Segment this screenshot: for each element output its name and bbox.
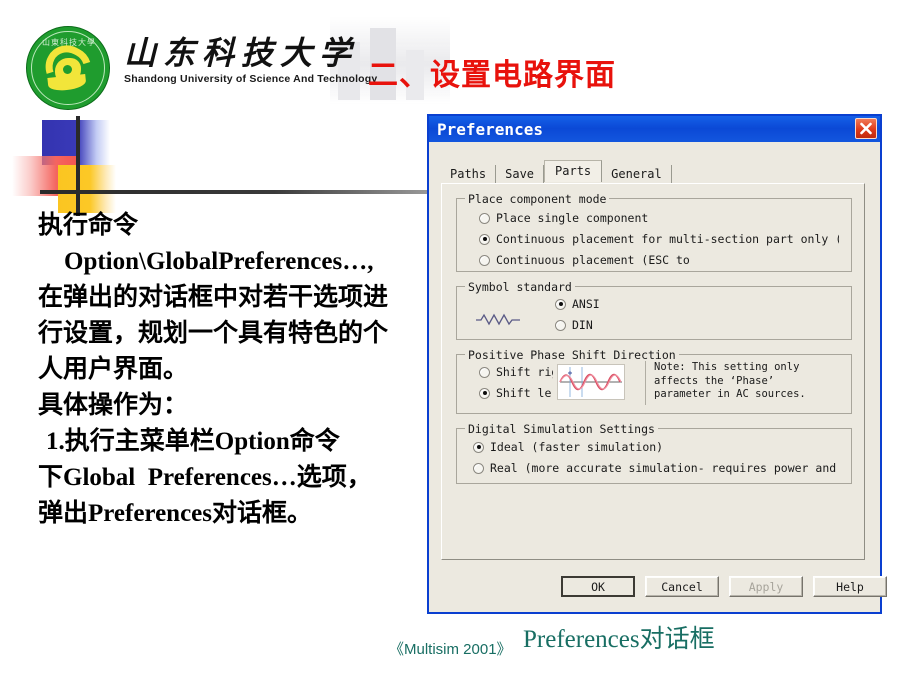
- body-line-1: 执行命令: [38, 212, 139, 239]
- university-name-english: Shandong University of Science And Techn…: [124, 73, 378, 85]
- tab-general[interactable]: General: [602, 165, 672, 184]
- body-line-3: 在弹出的对话框中对若干选项进: [38, 284, 389, 311]
- radio-indicator: [555, 319, 566, 331]
- radio-continuous-placement-multi-section[interactable]: Continuous placement for multi-section p…: [479, 232, 839, 246]
- radio-shift-left[interactable]: Shift le: [479, 386, 553, 400]
- radio-indicator: [479, 254, 490, 266]
- slide-body-text: 执行命令 Option\GlobalPreferences…, 在弹出的对话框中…: [38, 208, 428, 532]
- radio-label: Place single component: [496, 211, 649, 225]
- deco-yellow-square: [58, 165, 116, 213]
- radio-label: Real (more accurate simulation- requires…: [490, 461, 839, 475]
- group-legend-digital-simulation-settings: Digital Simulation Settings: [465, 422, 658, 436]
- radio-label: Continuous placement for multi-section p…: [496, 232, 839, 246]
- logo-dot-shape: [63, 65, 72, 74]
- apply-button: Apply: [729, 576, 803, 597]
- radio-symbol-din[interactable]: DIN: [555, 318, 593, 332]
- radio-indicator: [479, 366, 490, 378]
- radio-label: ANSI: [572, 297, 600, 311]
- radio-label: Ideal (faster simulation): [490, 440, 664, 454]
- dialog-body: Paths Save Parts General Place component…: [429, 142, 887, 612]
- radio-indicator: [479, 387, 490, 399]
- university-name-chinese: 山东科技大学: [124, 35, 359, 71]
- deco-horizontal-rule: [40, 190, 430, 194]
- radio-indicator: [473, 441, 484, 453]
- body-line-4: 行设置，规划一个具有特色的个: [38, 320, 389, 347]
- group-digital-simulation-settings: Digital Simulation Settings Ideal (faste…: [456, 422, 852, 484]
- ok-button-label: OK: [591, 579, 605, 594]
- group-symbol-standard: Symbol standard ANSI DIN: [456, 280, 852, 340]
- ok-button[interactable]: OK: [561, 576, 635, 597]
- radio-label: Shift le: [496, 386, 552, 400]
- body-line-8: 下Global Preferences…选项，: [38, 464, 372, 491]
- radio-symbol-ansi[interactable]: ANSI: [555, 297, 600, 311]
- radio-indicator: [479, 212, 490, 224]
- shandong-university-emblem-logo: 山東科技大學: [26, 26, 110, 110]
- group-legend-place-component-mode: Place component mode: [465, 192, 610, 206]
- deco-vertical-rule: [76, 116, 80, 216]
- dialog-title-bar[interactable]: Preferences: [429, 116, 880, 142]
- help-button-label: Help: [836, 579, 864, 594]
- body-line-5: 人用户界面。: [38, 356, 189, 383]
- logo-emblem-mark: [37, 37, 99, 99]
- radio-indicator: [473, 462, 484, 474]
- cancel-button[interactable]: Cancel: [645, 576, 719, 597]
- body-line-7: 1.执行主菜单栏Option命令: [46, 428, 340, 455]
- body-line-6: 具体操作为：: [38, 392, 189, 419]
- group-legend-positive-phase-shift-direction: Positive Phase Shift Direction: [465, 348, 679, 362]
- close-icon[interactable]: [855, 118, 877, 139]
- radio-place-single-component[interactable]: Place single component: [479, 211, 839, 225]
- radio-indicator: [555, 298, 566, 310]
- radio-label: Shift rig: [496, 365, 553, 379]
- radio-label: Continuous placement (ESC to: [496, 253, 690, 267]
- tab-paths[interactable]: Paths: [441, 165, 497, 184]
- university-wordmark: 山东科技大学 Shandong University of Science An…: [124, 34, 378, 96]
- logo-tail-shape: [47, 74, 87, 92]
- tab-panel-parts: Place component mode Place single compon…: [441, 183, 865, 560]
- dialog-button-row: OK Cancel Apply Help: [429, 576, 887, 598]
- group-legend-symbol-standard: Symbol standard: [465, 280, 575, 294]
- radio-continuous-placement[interactable]: Continuous placement (ESC to: [479, 253, 839, 267]
- dialog-tab-strip: Paths Save Parts General: [441, 160, 672, 184]
- help-button[interactable]: Help: [813, 576, 887, 597]
- phase-note-text: Note: This setting only affects the ‘Pha…: [645, 361, 847, 405]
- body-line-9: 弹出Preferences对话框。: [38, 500, 312, 527]
- cancel-button-label: Cancel: [661, 579, 703, 594]
- radio-digital-ideal[interactable]: Ideal (faster simulation): [473, 440, 839, 454]
- resistor-symbol-icon: [475, 311, 521, 326]
- page-title: 二、设置电路界面: [368, 59, 616, 92]
- radio-indicator: [479, 233, 490, 245]
- dialog-title: Preferences: [437, 119, 543, 139]
- radio-shift-right[interactable]: Shift rig: [479, 365, 553, 379]
- radio-label: DIN: [572, 318, 593, 332]
- decorative-squares-graphic: [0, 108, 430, 216]
- apply-button-label: Apply: [748, 579, 784, 594]
- tab-parts[interactable]: Parts: [544, 160, 603, 182]
- group-place-component-mode: Place component mode Place single compon…: [456, 192, 852, 272]
- source-caption: 《Multisim 2001》: [389, 641, 512, 658]
- radio-digital-real[interactable]: Real (more accurate simulation- requires…: [473, 461, 839, 475]
- slide-header: 山東科技大學 山东科技大学 Shandong University of Sci…: [0, 0, 920, 110]
- group-positive-phase-shift-direction: Positive Phase Shift Direction Shift rig…: [456, 348, 852, 414]
- dialog-caption: Preferences对话框: [523, 626, 715, 653]
- preferences-dialog: Preferences Paths Save Parts General Pla…: [427, 114, 887, 614]
- sine-wave-preview-icon: [557, 364, 625, 400]
- close-x-glyph: [860, 122, 872, 135]
- body-line-2: Option\GlobalPreferences…,: [64, 248, 374, 275]
- tab-save[interactable]: Save: [496, 165, 545, 184]
